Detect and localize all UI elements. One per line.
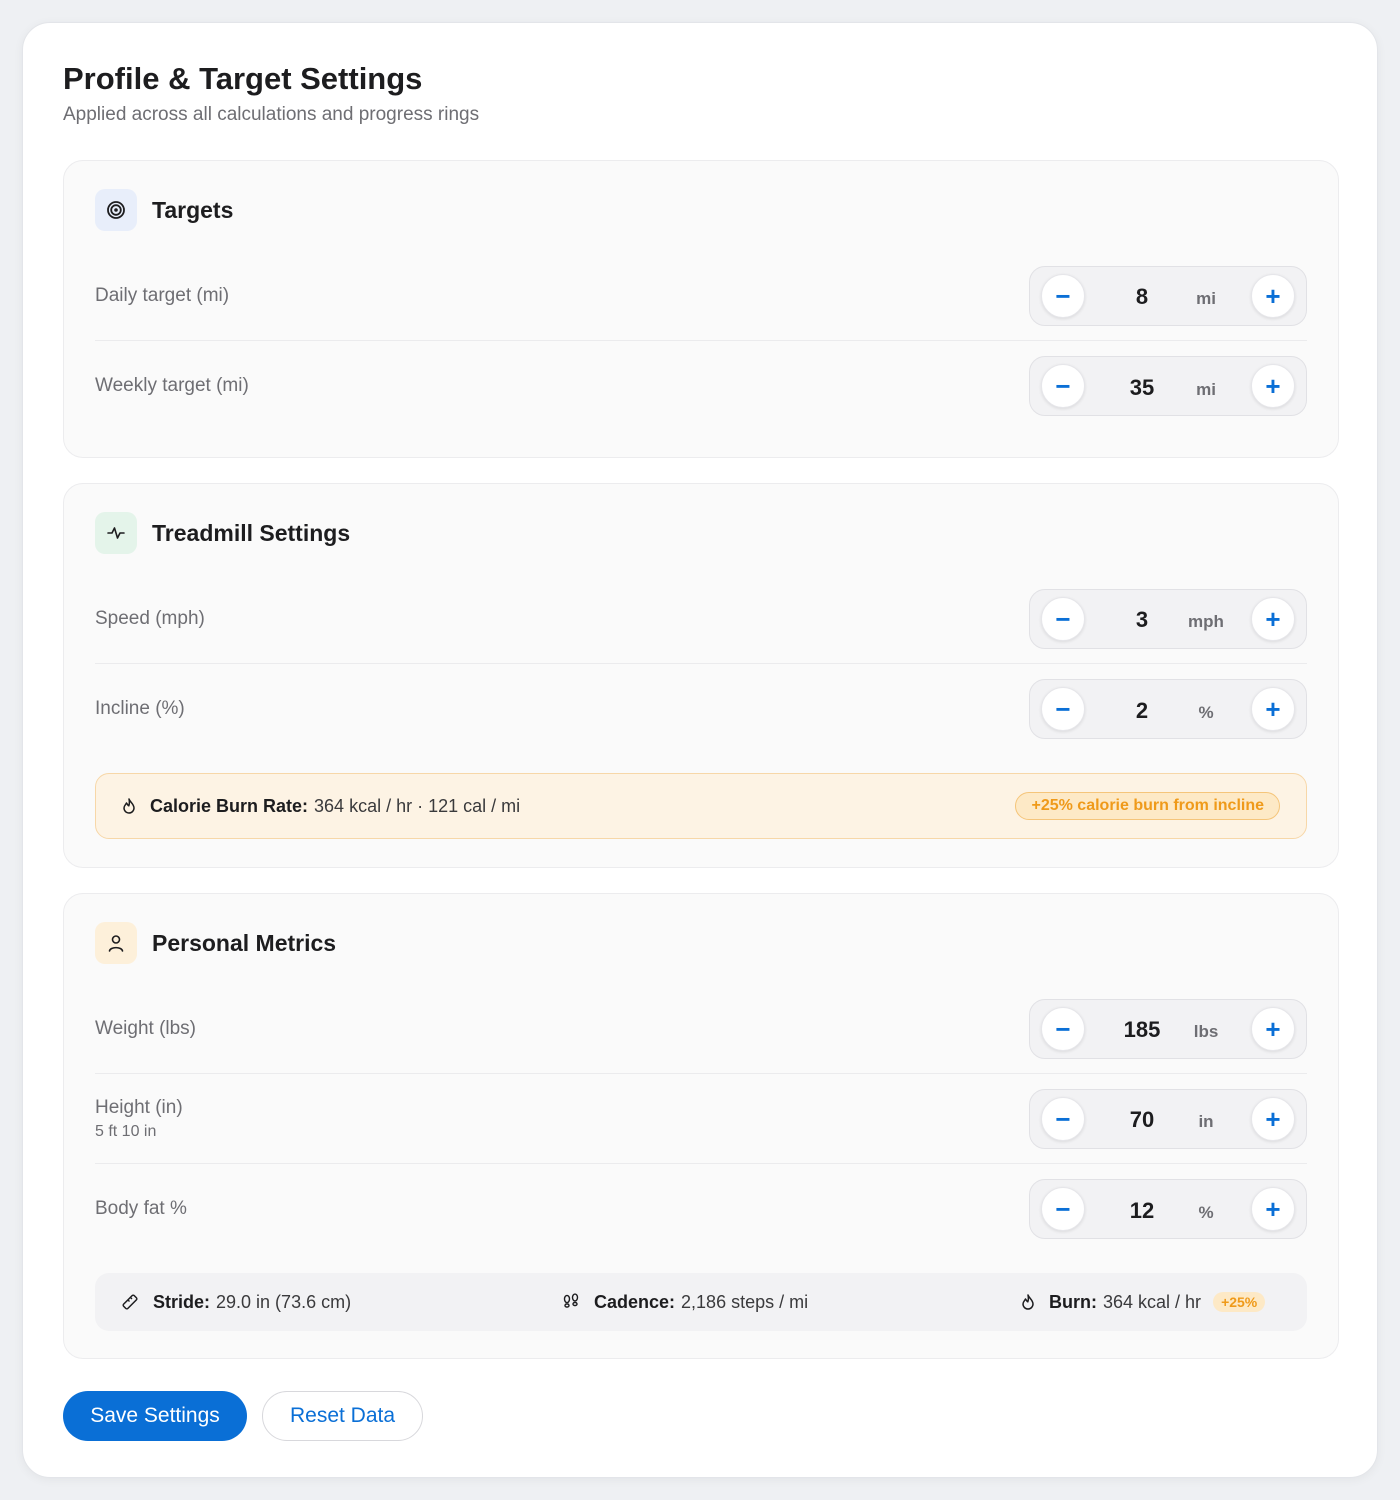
treadmill-title: Treadmill Settings [152,519,351,546]
burn-percent-badge: +25% [1213,1292,1266,1312]
treadmill-header: Treadmill Settings [95,512,350,554]
weekly-target-row: Weekly target (mi) − 35 mi + [95,341,1307,431]
body-fat-row: Body fat % − 12 % + [95,1164,1307,1254]
targets-section: Targets Daily target (mi) − 8 mi + Weekl… [63,160,1339,458]
speed-label: Speed (mph) [95,607,205,629]
personal-title: Personal Metrics [152,929,337,956]
calorie-burn-label: Calorie Burn Rate: [150,795,309,816]
height-row: Height (in) 5 ft 10 in − 70 in + [95,1074,1307,1164]
user-icon [95,922,137,964]
cadence-summary: Cadence: 2,186 steps / mi [562,1292,1021,1313]
treadmill-section: Treadmill Settings Speed (mph) − 3 mph +… [63,483,1339,868]
calorie-burn-value: 364 kcal / hr · 121 cal / mi [314,795,521,816]
reset-data-button[interactable]: Reset Data [262,1391,423,1441]
speed-increment-button[interactable]: + [1251,596,1295,641]
cadence-value: 2,186 steps / mi [681,1291,809,1312]
daily-target-decrement-button[interactable]: − [1041,273,1085,318]
height-increment-button[interactable]: + [1251,1096,1295,1141]
page-subtitle: Applied across all calculations and prog… [63,104,480,125]
height-value[interactable]: 70 [1112,1107,1172,1133]
speed-decrement-button[interactable]: − [1041,596,1085,641]
footprints-icon [562,1293,580,1311]
incline-stepper: − 2 % + [1029,679,1307,739]
stride-summary: Stride: 29.0 in (73.6 cm) [121,1292,562,1313]
weekly-target-decrement-button[interactable]: − [1041,364,1085,408]
activity-icon [95,512,137,554]
weekly-target-value[interactable]: 35 [1112,375,1172,401]
daily-target-stepper: − 8 mi + [1029,265,1307,326]
page-title: Profile & Target Settings [63,61,423,96]
weekly-target-increment-button[interactable]: + [1251,364,1295,408]
cadence-label: Cadence: [594,1291,676,1312]
daily-target-label: Daily target (mi) [95,284,230,306]
body-fat-label: Body fat % [95,1198,187,1219]
weight-stepper: − 185 lbs + [1029,998,1307,1059]
stride-label: Stride: [153,1291,211,1312]
targets-header: Targets [95,189,233,231]
weight-value[interactable]: 185 [1112,1017,1172,1043]
weekly-target-label: Weekly target (mi) [95,375,249,396]
incline-burn-badge: +25% calorie burn from incline [1015,792,1280,820]
settings-card: Profile & Target Settings Applied across… [22,22,1378,1478]
body-fat-stepper: − 12 % + [1029,1179,1307,1239]
weight-decrement-button[interactable]: − [1041,1006,1085,1051]
weight-unit: lbs [1193,1022,1219,1041]
save-settings-button[interactable]: Save Settings [63,1391,247,1441]
daily-target-increment-button[interactable]: + [1251,273,1295,318]
metrics-summary: Stride: 29.0 in (73.6 cm) Cadence: 2,186… [95,1273,1307,1331]
incline-label: Incline (%) [95,698,185,719]
target-icon [95,189,137,231]
flame-icon [122,798,136,814]
height-unit: in [1198,1112,1214,1131]
body-fat-decrement-button[interactable]: − [1041,1187,1085,1231]
body-fat-increment-button[interactable]: + [1251,1187,1295,1231]
incline-decrement-button[interactable]: − [1041,687,1085,731]
ruler-icon [121,1293,139,1311]
weight-row: Weight (lbs) − 185 lbs + [95,984,1307,1074]
height-stepper: − 70 in + [1029,1088,1307,1149]
burn-label: Burn: [1049,1291,1097,1312]
speed-unit: mph [1188,612,1224,631]
height-sublabel: 5 ft 10 in [95,1122,157,1140]
weight-label: Weight (lbs) [95,1017,197,1039]
body-fat-unit: % [1198,1202,1214,1222]
burn-summary: Burn: 364 kcal / hr +25% [1021,1291,1266,1313]
body-fat-value[interactable]: 12 [1112,1198,1172,1224]
targets-title: Targets [152,196,234,223]
incline-row: Incline (%) − 2 % + [95,664,1307,754]
height-label: Height (in) [95,1096,183,1118]
daily-target-unit: mi [1196,289,1216,308]
incline-value[interactable]: 2 [1112,698,1172,724]
weekly-target-stepper: − 35 mi + [1029,356,1307,416]
stride-value: 29.0 in (73.6 cm) [216,1291,352,1312]
calorie-burn-banner: Calorie Burn Rate: 364 kcal / hr · 121 c… [95,773,1307,839]
daily-target-value[interactable]: 8 [1112,284,1172,310]
height-decrement-button[interactable]: − [1041,1096,1085,1141]
burn-value: 364 kcal / hr [1103,1291,1202,1312]
personal-metrics-section: Personal Metrics Weight (lbs) − 185 lbs … [63,893,1339,1359]
personal-header: Personal Metrics [95,922,336,964]
incline-increment-button[interactable]: + [1251,687,1295,731]
speed-value[interactable]: 3 [1112,607,1172,633]
incline-unit: % [1198,702,1214,722]
flame-icon [1021,1294,1035,1310]
daily-target-row: Daily target (mi) − 8 mi + [95,251,1307,341]
speed-stepper: − 3 mph + [1029,588,1307,649]
weight-increment-button[interactable]: + [1251,1006,1295,1051]
weekly-target-unit: mi [1196,379,1216,399]
speed-row: Speed (mph) − 3 mph + [95,574,1307,664]
